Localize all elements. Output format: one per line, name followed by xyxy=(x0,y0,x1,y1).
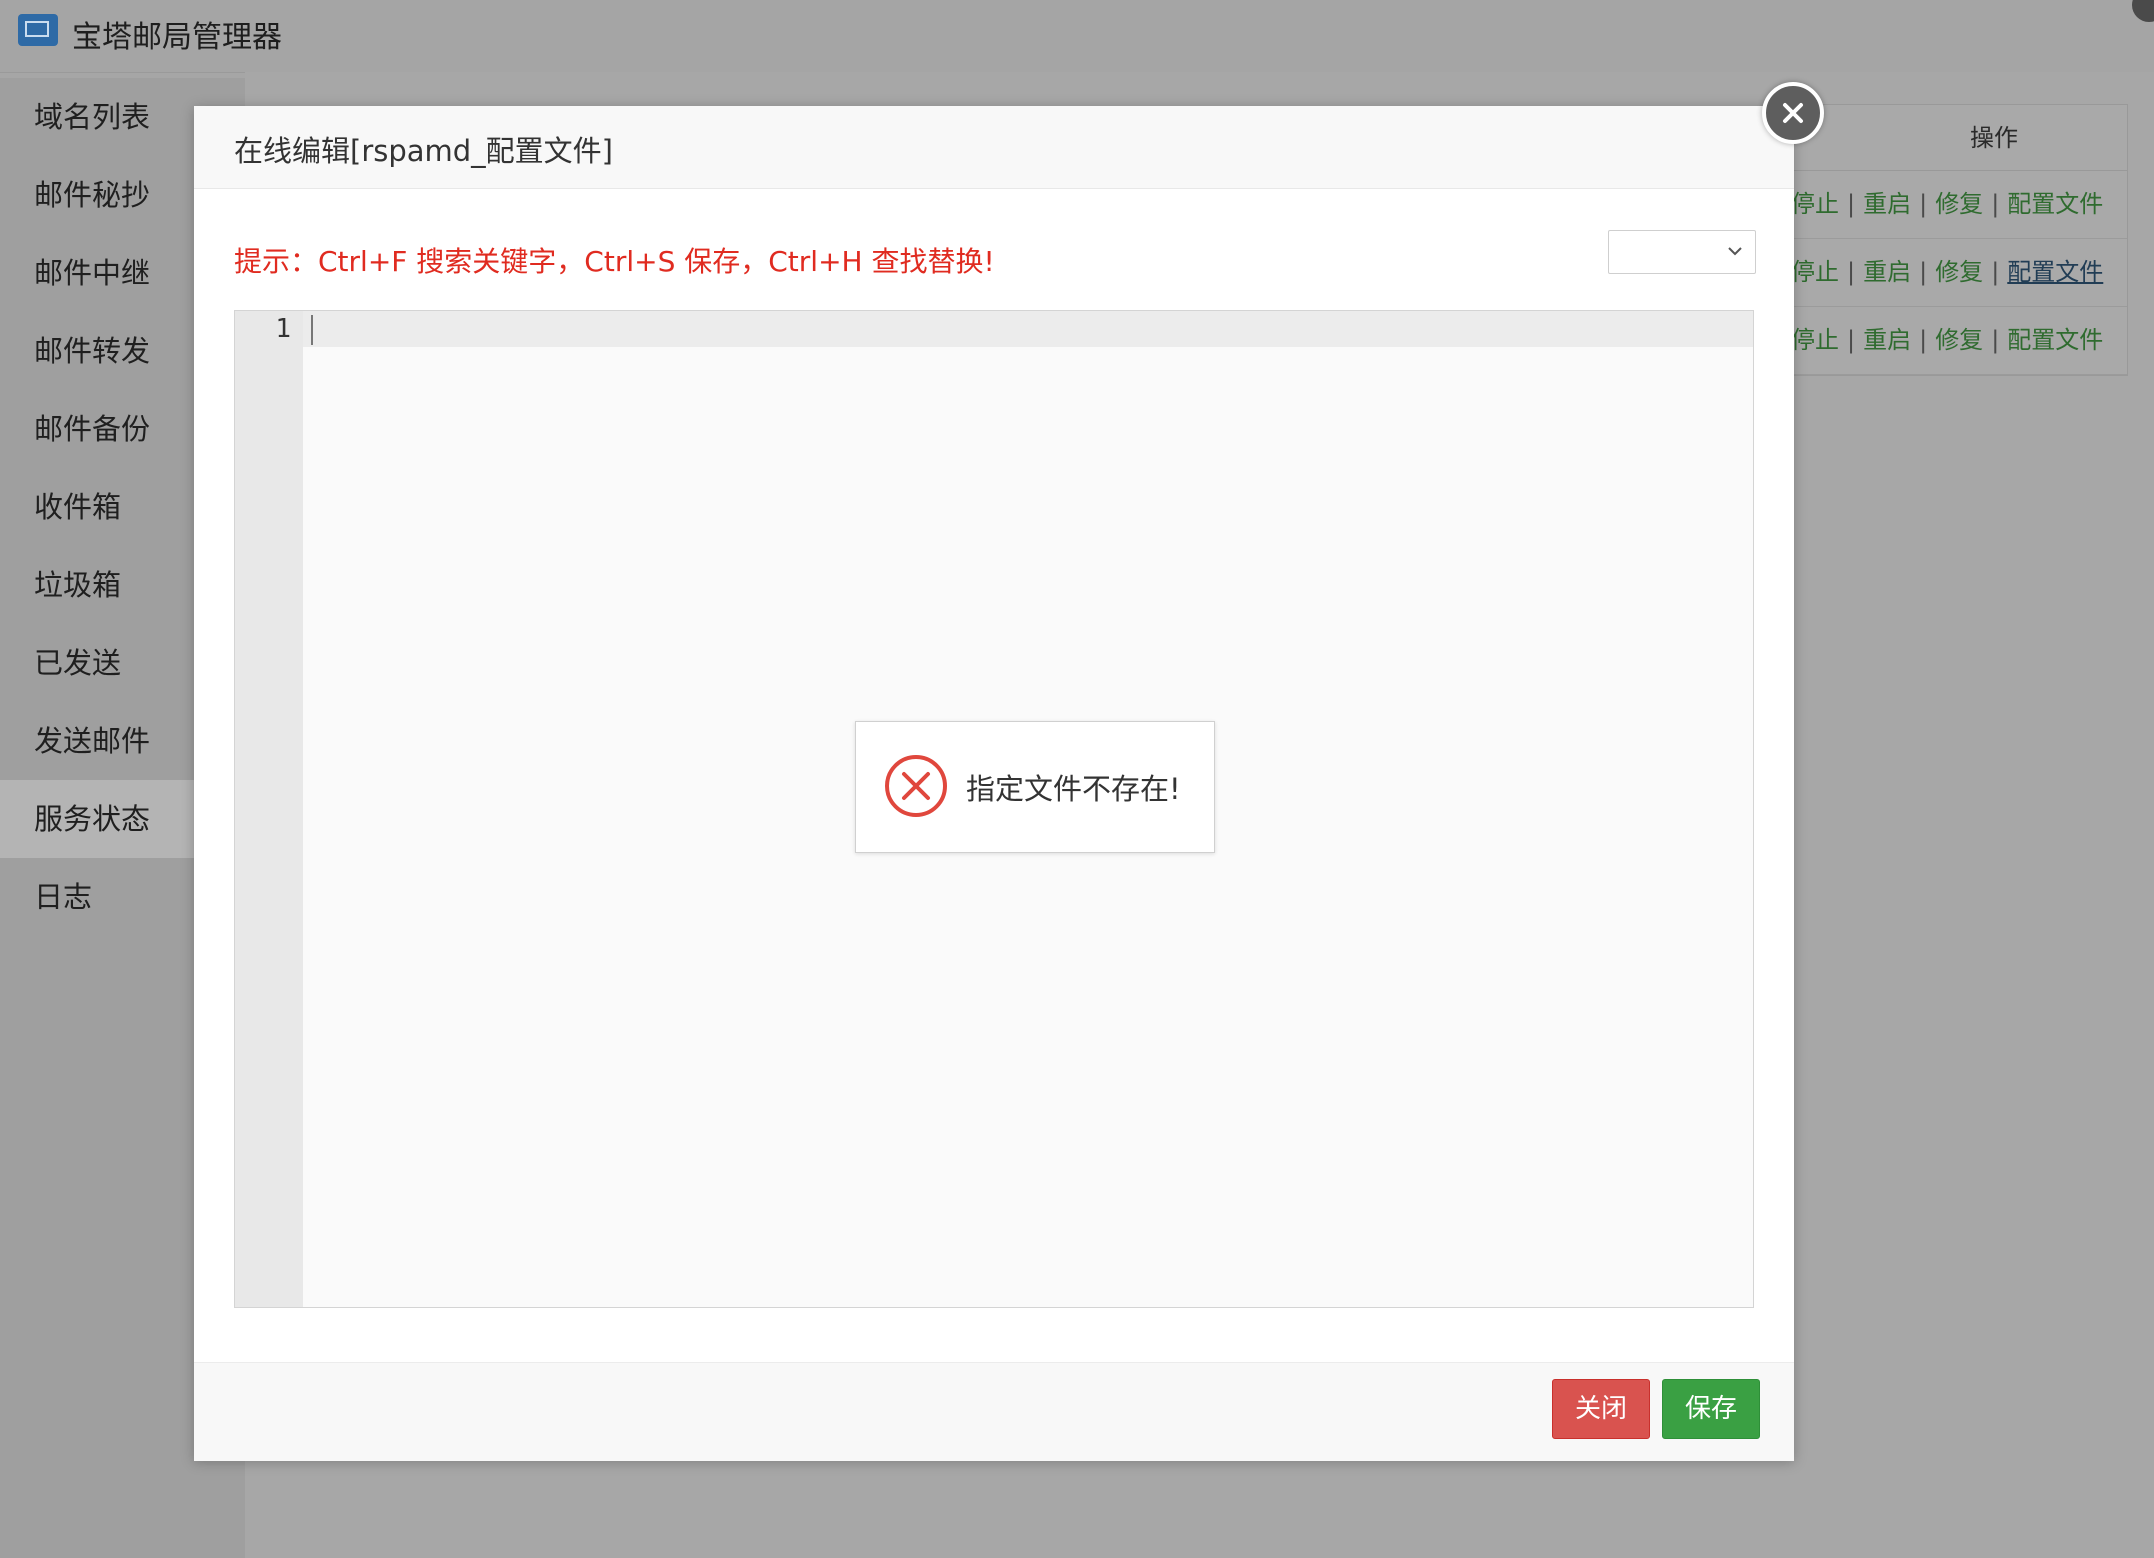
error-icon xyxy=(885,755,947,817)
mail-icon xyxy=(18,14,58,46)
stop-link[interactable]: 停止 xyxy=(1791,190,1839,218)
save-button[interactable]: 保存 xyxy=(1662,1379,1761,1439)
close-icon xyxy=(1783,103,1803,123)
encoding-select[interactable] xyxy=(1608,230,1756,274)
repair-link[interactable]: 修复 xyxy=(1935,326,1983,354)
code-editor[interactable]: 1 指定文件不存在! xyxy=(234,310,1754,1308)
line-number: 1 xyxy=(275,314,291,344)
dialog-title: 在线编辑[rspamd_配置文件] xyxy=(234,134,613,168)
online-edit-dialog: 在线编辑[rspamd_配置文件] 提示：Ctrl+F 搜索关键字，Ctrl+S… xyxy=(194,106,1794,1461)
dialog-close-icon[interactable] xyxy=(1762,82,1824,144)
window-close-icon[interactable] xyxy=(2132,0,2154,22)
table-row: 停止 | 重启 | 修复 | 配置文件 xyxy=(1791,171,2127,239)
restart-link[interactable]: 重启 xyxy=(1863,258,1911,286)
chevron-down-icon xyxy=(1728,247,1742,256)
dialog-footer: 关闭 保存 xyxy=(194,1362,1794,1461)
restart-link[interactable]: 重启 xyxy=(1863,326,1911,354)
app-title: 宝塔邮局管理器 xyxy=(72,20,282,55)
repair-link[interactable]: 修复 xyxy=(1935,190,1983,218)
table-row: 停止 | 重启 | 修复 | 配置文件 xyxy=(1791,307,2127,375)
service-table: 操作 停止 | 重启 | 修复 | 配置文件 停止 | 重启 | 修复 | 配置文件 停止 | 重启 | 修复 |… xyxy=(1790,104,2128,376)
table-row: 停止 | 重启 | 修复 | 配置文件 xyxy=(1791,239,2127,307)
shortcut-tip: 提示：Ctrl+F 搜索关键字，Ctrl+S 保存，Ctrl+H 查找替换! xyxy=(234,245,995,278)
line-number-gutter: 1 xyxy=(235,311,303,1307)
stop-link[interactable]: 停止 xyxy=(1791,326,1839,354)
active-line-highlight xyxy=(303,311,1753,347)
dialog-header: 在线编辑[rspamd_配置文件] xyxy=(194,106,1794,189)
restart-link[interactable]: 重启 xyxy=(1863,190,1911,218)
error-toast: 指定文件不存在! xyxy=(855,721,1215,853)
stop-link[interactable]: 停止 xyxy=(1791,258,1839,286)
config-link[interactable]: 配置文件 xyxy=(2007,326,2103,354)
config-link[interactable]: 配置文件 xyxy=(2007,190,2103,218)
table-header-actions: 操作 xyxy=(1791,105,2127,171)
close-button[interactable]: 关闭 xyxy=(1552,1379,1651,1439)
config-link[interactable]: 配置文件 xyxy=(2007,258,2103,286)
app-header: 宝塔邮局管理器 xyxy=(0,0,2154,73)
error-message: 指定文件不存在! xyxy=(966,772,1181,806)
text-cursor xyxy=(311,315,313,345)
repair-link[interactable]: 修复 xyxy=(1935,258,1983,286)
